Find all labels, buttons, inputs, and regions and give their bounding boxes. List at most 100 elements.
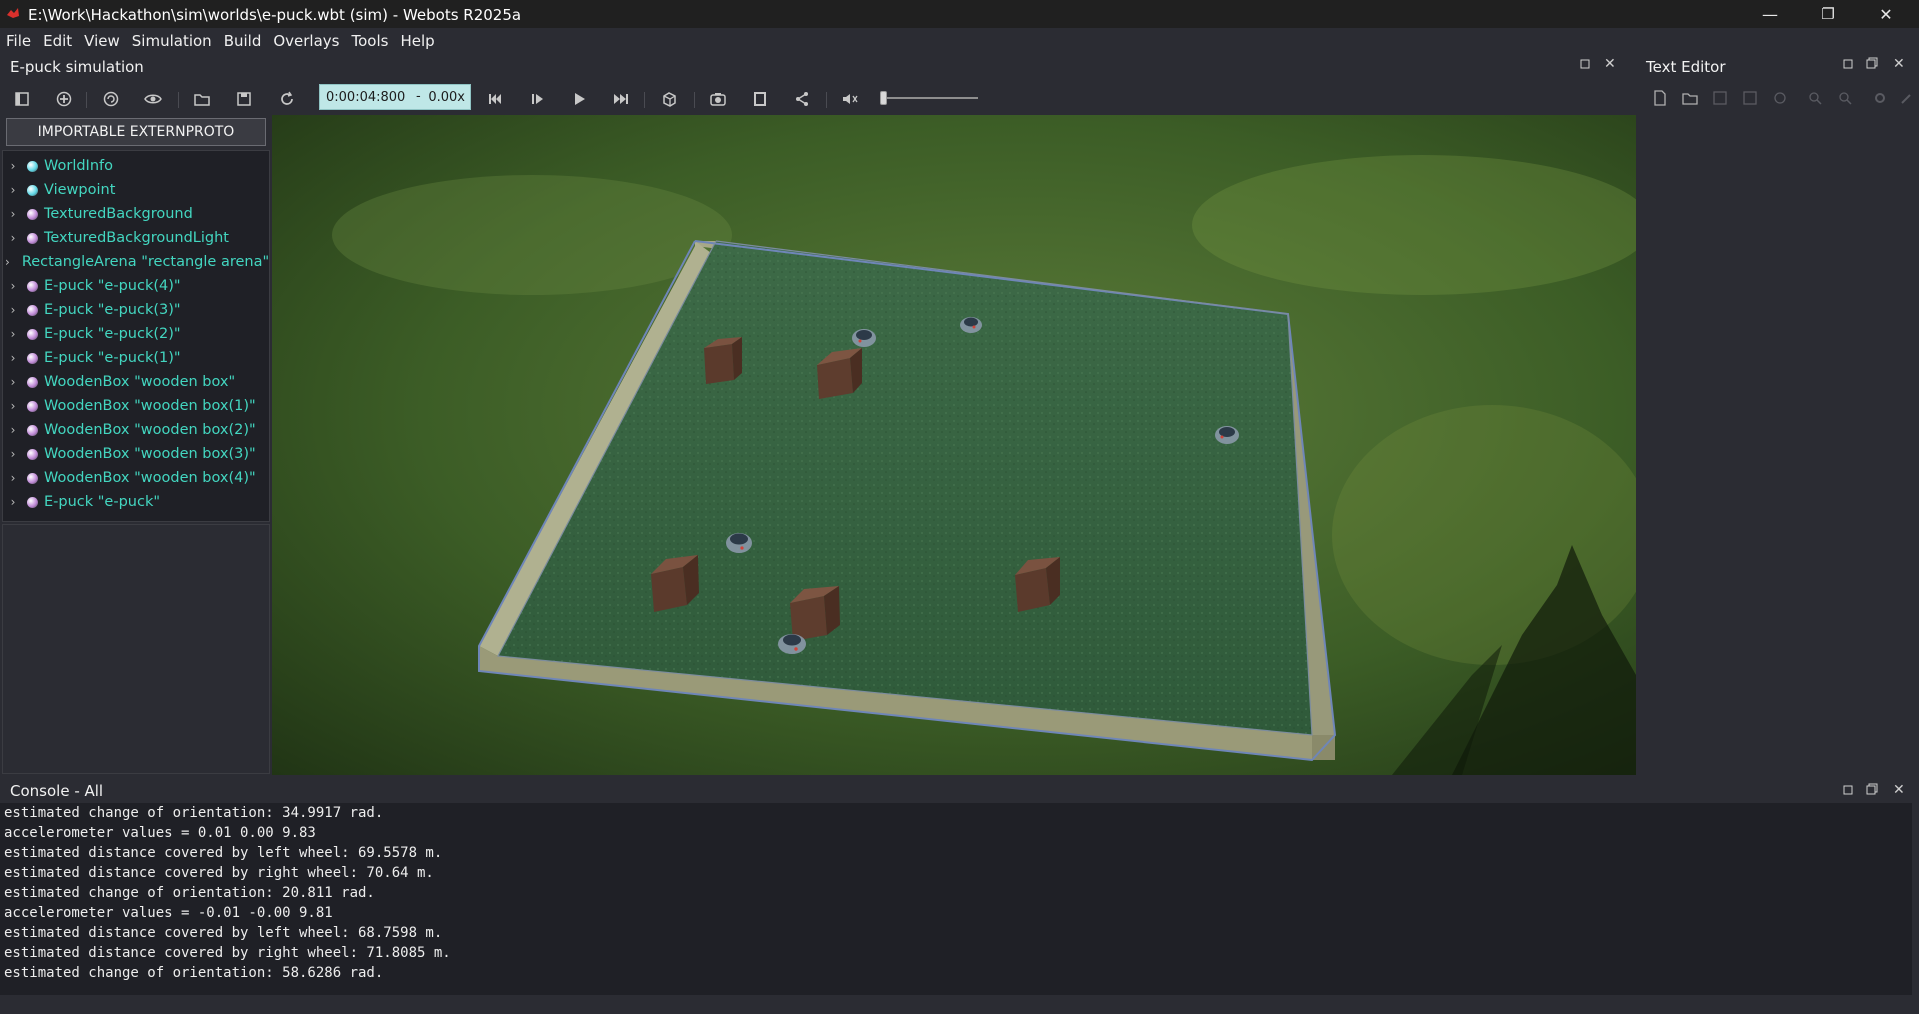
menu-help[interactable]: Help [394,32,440,50]
new-file-button[interactable] [1650,88,1670,108]
run-button[interactable] [569,89,589,109]
console-undock-button[interactable] [1866,783,1878,798]
node-type-icon [27,376,38,388]
scene-tree-item[interactable]: › WoodenBox "wooden box(3)" [3,443,269,465]
add-node-button[interactable] [54,89,74,109]
e-puck-robot[interactable] [852,329,876,347]
expand-chevron-icon[interactable]: › [5,231,21,245]
menu-edit[interactable]: Edit [37,32,78,50]
scene-tree-item[interactable]: › WoodenBox "wooden box(4)" [3,467,269,489]
expand-chevron-icon[interactable]: › [5,495,21,509]
step-button[interactable] [527,89,547,109]
search-replace-icon [1839,92,1852,105]
menu-tools[interactable]: Tools [345,32,394,50]
expand-chevron-icon[interactable]: › [5,447,21,461]
scene-tree-item[interactable]: › E-puck "e-puck(4)" [3,275,269,297]
text-editor-area[interactable] [1638,115,1919,775]
menu-file[interactable]: File [0,32,37,50]
open-world-button[interactable] [192,89,212,109]
console-output[interactable]: estimated change of orientation: 34.9917… [0,803,1912,995]
replace-button[interactable] [1835,88,1855,108]
expand-chevron-icon[interactable]: › [5,351,21,365]
rendering-mode-button[interactable] [659,89,679,109]
scene-tree-item[interactable]: › E-puck "e-puck" [3,491,269,513]
plus-circle-icon [56,91,72,107]
skip-back-icon [489,94,501,104]
window-title: E:\Work\Hackathon\sim\worlds\e-puck.wbt … [28,6,522,24]
menu-simulation[interactable]: Simulation [126,32,218,50]
save-file-button[interactable] [1710,88,1730,108]
console-close-button[interactable]: ✕ [1893,782,1905,798]
scene-tree-item[interactable]: › TexturedBackground [3,203,269,225]
expand-chevron-icon[interactable]: › [5,279,21,293]
build-button[interactable] [1870,88,1890,108]
scene-tree-item[interactable]: › Viewpoint [3,179,269,201]
mute-button[interactable] [840,89,860,109]
reset-simulation-button[interactable] [485,89,505,109]
clean-button[interactable] [1896,88,1916,108]
close-button[interactable]: ✕ [1857,0,1915,28]
maximize-button[interactable]: ❐ [1799,0,1857,28]
expand-chevron-icon[interactable]: › [5,255,10,269]
cube-icon [663,92,676,107]
play-icon [575,93,585,105]
reset-node-button[interactable] [101,89,121,109]
scene-tree-item[interactable]: › RectangleArena "rectangle arena" [3,251,269,273]
share-button[interactable] [792,89,812,109]
reload-icon [281,91,293,105]
3d-scene[interactable] [272,115,1636,775]
scene-tree-item[interactable]: › WoodenBox "wooden box(2)" [3,419,269,441]
record-movie-button[interactable] [750,89,770,109]
expand-chevron-icon[interactable]: › [5,159,21,173]
e-puck-robot-2[interactable] [1215,426,1239,444]
expand-chevron-icon[interactable]: › [5,207,21,221]
scene-tree-item[interactable]: › E-puck "e-puck(1)" [3,347,269,369]
expand-chevron-icon[interactable]: › [5,327,21,341]
menu-view[interactable]: View [78,32,126,50]
scene-tree-item[interactable]: › E-puck "e-puck(2)" [3,323,269,345]
toggle-visibility-button[interactable] [143,89,163,109]
scene-tree-item[interactable]: › TexturedBackgroundLight [3,227,269,249]
scene-tree-item[interactable]: › WoodenBox "wooden box" [3,371,269,393]
e-puck-robot-1[interactable] [960,317,982,333]
editor-undock-button[interactable] [1866,57,1878,72]
scene-tree-item-label: WoodenBox "wooden box(2)" [44,422,256,438]
menu-build[interactable]: Build [218,32,268,50]
expand-chevron-icon[interactable]: › [5,375,21,389]
editor-float-button[interactable] [1843,58,1853,72]
expand-chevron-icon[interactable]: › [5,471,21,485]
screenshot-button[interactable] [708,89,728,109]
revert-button[interactable] [1770,88,1790,108]
float-panel-button[interactable] [1580,58,1590,72]
console-float-button[interactable] [1843,784,1853,798]
find-button[interactable] [1805,88,1825,108]
editor-close-button[interactable]: ✕ [1893,56,1905,72]
3d-view[interactable] [272,115,1636,775]
e-puck-robot-3[interactable] [726,533,752,553]
menu-overlays[interactable]: Overlays [267,32,345,50]
save-world-button[interactable] [234,89,254,109]
console-scrollbar[interactable] [1912,803,1919,995]
toggle-scene-tree-button[interactable] [12,89,32,109]
reload-world-button[interactable] [277,89,297,109]
fast-forward-button[interactable] [611,89,631,109]
expand-chevron-icon[interactable]: › [5,399,21,413]
expand-chevron-icon[interactable]: › [5,183,21,197]
open-file-button[interactable] [1680,88,1700,108]
expand-chevron-icon[interactable]: › [5,303,21,317]
volume-slider[interactable] [878,88,982,108]
save-as-button[interactable] [1740,88,1760,108]
console-line: estimated change of orientation: 34.9917… [4,805,384,821]
close-panel-button[interactable]: ✕ [1604,56,1616,72]
text-editor-title: Text Editor [1646,58,1726,76]
expand-chevron-icon[interactable]: › [5,423,21,437]
slider-handle[interactable] [880,91,887,105]
minimize-button[interactable]: — [1741,0,1799,28]
importable-externproto-button[interactable]: IMPORTABLE EXTERNPROTO [6,118,266,146]
scene-tree-item[interactable]: › E-puck "e-puck(3)" [3,299,269,321]
scene-tree-item[interactable]: › WorldInfo [3,155,269,177]
node-type-icon [27,496,38,508]
scene-tree-item[interactable]: › WoodenBox "wooden box(1)" [3,395,269,417]
text-editor-toolbar [1640,86,1918,110]
e-puck-robot-4[interactable] [778,634,806,654]
